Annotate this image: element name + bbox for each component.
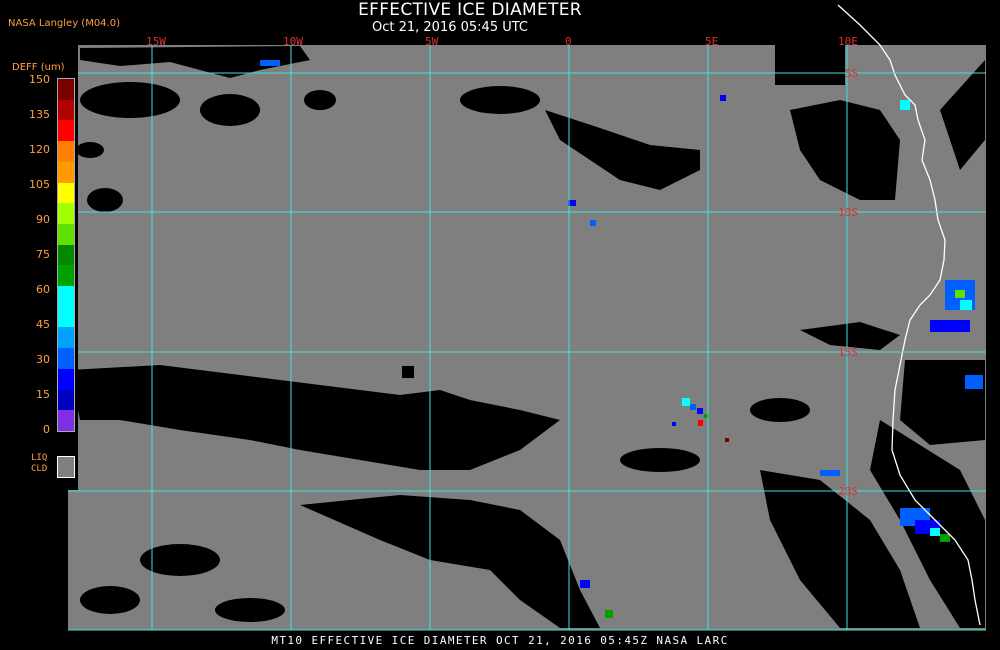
lon-label-5w: 5W — [425, 35, 439, 48]
colorbar-segment — [58, 306, 74, 328]
lat-label-15s: 15S — [838, 346, 858, 359]
lon-label-5e: 5E — [705, 35, 719, 48]
colorbar-tick: 135 — [29, 108, 50, 121]
lon-label-10e: 10E — [838, 35, 858, 48]
liquid-cloud-label-line2: CLD — [31, 464, 48, 474]
colorbar-tick: 120 — [29, 143, 50, 156]
colorbar-tick: 90 — [36, 213, 50, 226]
colorbar-segment — [58, 265, 74, 287]
satellite-map — [68, 4, 986, 631]
colorbar-segment — [58, 348, 74, 369]
colorbar-segment — [58, 244, 74, 266]
colorbar — [57, 78, 75, 432]
colorbar-tick: 75 — [36, 248, 50, 261]
colorbar-tick: 0 — [43, 423, 50, 436]
colorbar-tick: 150 — [29, 73, 50, 86]
liquid-cloud-label-line1: LIQ — [31, 453, 48, 463]
colorbar-units: DEFF (um) — [12, 62, 65, 73]
colorbar-tick: 15 — [36, 388, 50, 401]
colorbar-segment — [58, 368, 74, 390]
colorbar-segment — [58, 99, 74, 121]
lon-label-15w: 15W — [146, 35, 166, 48]
lon-label-10w: 10W — [283, 35, 303, 48]
colorbar-segment — [58, 120, 74, 142]
colorbar-tick: 45 — [36, 318, 50, 331]
liquid-cloud-label: LIQ CLD — [31, 453, 47, 475]
liquid-cloud-swatch — [57, 456, 75, 478]
colorbar-segment — [58, 203, 74, 224]
colorbar-tick: 105 — [29, 178, 50, 191]
colorbar-segment — [58, 161, 74, 183]
map-timestamp: Oct 21, 2016 05:45 UTC — [372, 20, 528, 35]
colorbar-tick: 30 — [36, 353, 50, 366]
colorbar-segment — [58, 327, 74, 349]
footer-caption: MT10 EFFECTIVE ICE DIAMETER OCT 21, 2016… — [271, 634, 729, 647]
lat-label-10s: 10S — [838, 206, 858, 219]
map-title: EFFECTIVE ICE DIAMETER — [358, 0, 582, 20]
colorbar-segment — [58, 286, 74, 307]
colorbar-segment — [58, 410, 74, 431]
lat-label-5s: 5S — [845, 67, 859, 80]
producer-credit: NASA Langley (M04.0) — [8, 18, 120, 29]
colorbar-segment — [58, 141, 74, 162]
colorbar-segment — [58, 223, 74, 245]
colorbar-segment — [58, 79, 74, 100]
colorbar-segment — [58, 182, 74, 204]
colorbar-segment — [58, 389, 74, 411]
lon-label-0: 0 — [565, 35, 572, 48]
colorbar-tick: 60 — [36, 283, 50, 296]
lat-label-20s: 20S — [838, 485, 858, 498]
